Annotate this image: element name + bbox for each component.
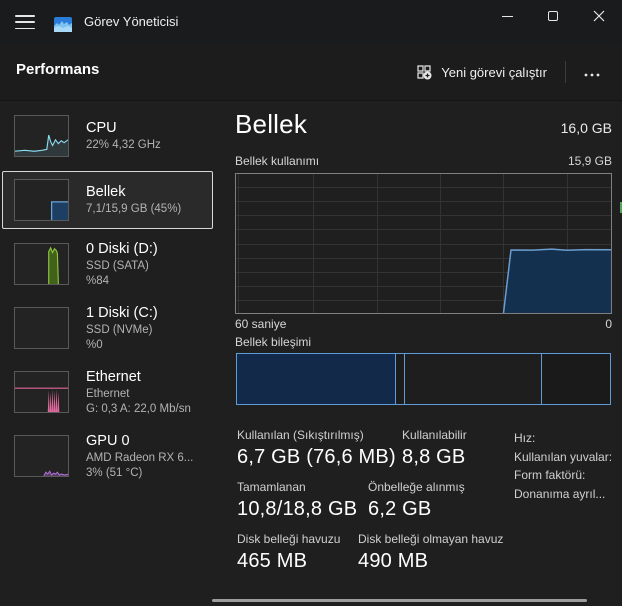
- task-manager-window: { "window": { "title": "Görev Yöneticisi…: [0, 0, 622, 606]
- info-slots-used: Kullanılan yuvalar:: [514, 448, 614, 467]
- page-title: Performans: [16, 61, 99, 78]
- minimize-button[interactable]: [484, 0, 530, 32]
- composition-segment-in-use[interactable]: [237, 354, 396, 404]
- task-manager-app-icon: [54, 17, 72, 32]
- sidebar-item-gpu[interactable]: GPU 0 AMD Radeon RX 6... 3% (51 °C): [2, 427, 213, 485]
- window-controls: [484, 0, 622, 32]
- stat-label-committed: Tamamlanan: [237, 479, 368, 496]
- maximize-button[interactable]: [530, 0, 576, 32]
- content-area: CPU 22% 4,32 GHz Bellek 7,1/15,9 GB (45%…: [0, 100, 622, 606]
- usage-chart-label: Bellek kullanımı: [235, 154, 319, 168]
- sidebar-ethernet-title: Ethernet: [86, 368, 191, 387]
- sidebar-item-cpu[interactable]: CPU 22% 4,32 GHz: [2, 107, 213, 165]
- minimize-icon: [502, 16, 513, 17]
- sidebar-disk1-usage: %0: [86, 338, 158, 353]
- more-options-button[interactable]: [572, 57, 612, 88]
- titlebar: Görev Yöneticisi: [0, 0, 622, 44]
- stat-value-used: 6,7 GB (76,6 MB): [237, 444, 402, 470]
- memory-detail-panel: Bellek 16,0 GB Bellek kullanımı 15,9 GB …: [235, 101, 612, 606]
- panel-title: Bellek: [235, 109, 307, 140]
- sidebar-ethernet-speed: G: 0,3 A: 22,0 Mb/sn: [86, 402, 191, 417]
- new-task-icon: [416, 64, 432, 80]
- sidebar-gpu-title: GPU 0: [86, 432, 193, 451]
- sidebar-item-ethernet[interactable]: Ethernet Ethernet G: 0,3 A: 22,0 Mb/sn: [2, 363, 213, 421]
- sidebar-gpu-name: AMD Radeon RX 6...: [86, 451, 193, 466]
- run-new-task-label: Yeni görevi çalıştır: [441, 65, 547, 80]
- sidebar-item-disk1[interactable]: 1 Diski (C:) SSD (NVMe) %0: [2, 299, 213, 357]
- horizontal-scrollbar[interactable]: [212, 599, 587, 602]
- close-icon: [593, 10, 605, 22]
- stat-value-committed: 10,8/18,8 GB: [237, 496, 368, 522]
- info-form-factor: Form faktörü:: [514, 466, 614, 485]
- sidebar-cpu-title: CPU: [86, 119, 161, 138]
- composition-segment-free[interactable]: [542, 354, 610, 404]
- stat-value-available: 8,8 GB: [402, 444, 467, 470]
- stat-value-cached: 6,2 GB: [368, 496, 465, 522]
- memory-total: 16,0 GB: [561, 120, 612, 140]
- stat-label-paged-pool: Disk belleği havuzu: [237, 531, 358, 548]
- hamburger-menu-icon[interactable]: [15, 15, 35, 29]
- sidebar-disk0-title: 0 Diski (D:): [86, 240, 158, 259]
- stat-value-paged-pool: 465 MB: [237, 548, 358, 574]
- memory-mini-chart: [14, 179, 69, 221]
- time-axis-zero: 0: [605, 317, 612, 331]
- gpu-mini-chart: [14, 435, 69, 477]
- stat-label-cached: Önbelleğe alınmış: [368, 479, 465, 496]
- sidebar-ethernet-name: Ethernet: [86, 387, 191, 402]
- composition-segment-modified[interactable]: [396, 354, 405, 404]
- ethernet-mini-chart: [14, 371, 69, 413]
- sidebar-memory-stats: 7,1/15,9 GB (45%): [86, 202, 181, 217]
- sidebar-memory-title: Bellek: [86, 183, 181, 202]
- sidebar-item-memory[interactable]: Bellek 7,1/15,9 GB (45%): [2, 171, 213, 229]
- sidebar-item-disk0[interactable]: 0 Diski (D:) SSD (SATA) %84: [2, 235, 213, 293]
- sidebar-disk0-type: SSD (SATA): [86, 259, 158, 274]
- close-button[interactable]: [576, 0, 622, 32]
- info-speed: Hız:: [514, 429, 614, 448]
- hardware-info-column: Hız: Kullanılan yuvalar: Form faktörü: D…: [514, 429, 614, 503]
- info-hardware-reserved: Donanıma ayrıl...: [514, 485, 614, 504]
- memory-composition-bar[interactable]: [236, 353, 611, 405]
- performance-sidebar: CPU 22% 4,32 GHz Bellek 7,1/15,9 GB (45%…: [0, 101, 225, 606]
- sidebar-gpu-usage: 3% (51 °C): [86, 466, 193, 481]
- sidebar-cpu-stats: 22% 4,32 GHz: [86, 138, 161, 153]
- composition-label: Bellek bileşimi: [235, 335, 311, 349]
- sidebar-disk0-usage: %84: [86, 274, 158, 289]
- disk1-mini-chart: [14, 307, 69, 349]
- stat-label-available: Kullanılabilir: [402, 427, 467, 444]
- stat-label-used: Kullanılan (Sıkıştırılmış): [237, 427, 402, 444]
- ellipsis-icon: [584, 73, 600, 77]
- time-axis-label: 60 saniye: [235, 317, 286, 331]
- run-new-task-button[interactable]: Yeni görevi çalıştır: [404, 58, 559, 86]
- toolbar-divider: [565, 61, 566, 83]
- stat-label-non-paged-pool: Disk belleği olmayan havuz: [358, 531, 503, 548]
- window-title: Görev Yöneticisi: [84, 14, 178, 29]
- disk0-mini-chart: [14, 243, 69, 285]
- composition-segment-standby[interactable]: [405, 354, 542, 404]
- cpu-mini-chart: [14, 115, 69, 157]
- maximize-icon: [548, 11, 558, 21]
- sidebar-disk1-type: SSD (NVMe): [86, 323, 158, 338]
- memory-stats: Kullanılan (Sıkıştırılmış) 6,7 GB (76,6 …: [237, 427, 503, 583]
- memory-usage-chart: [235, 173, 612, 314]
- sidebar-disk1-title: 1 Diski (C:): [86, 304, 158, 323]
- toolbar: Performans Yeni görevi çalıştır: [0, 44, 622, 100]
- usage-chart-max: 15,9 GB: [568, 154, 612, 168]
- stat-value-non-paged-pool: 490 MB: [358, 548, 503, 574]
